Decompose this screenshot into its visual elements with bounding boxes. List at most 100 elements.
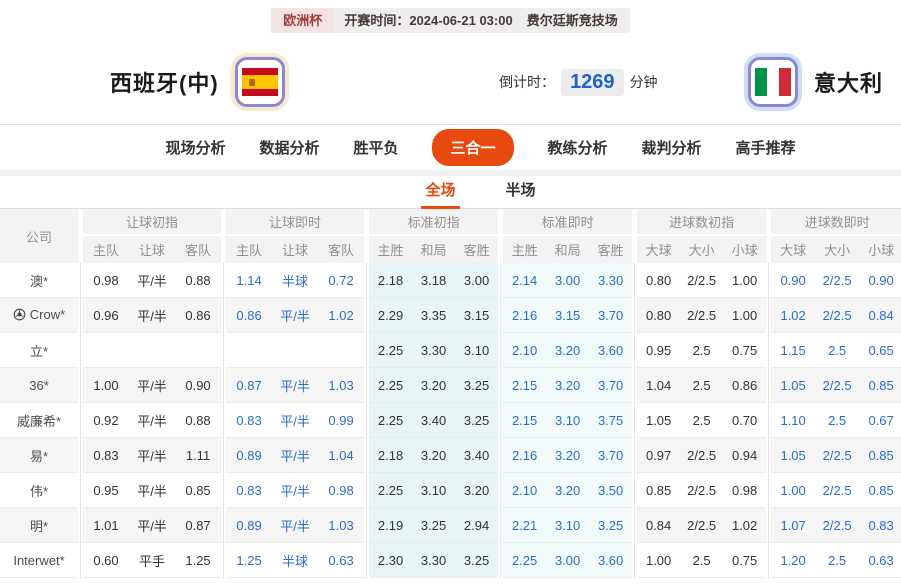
- kickoff-time: 开赛时间：2024-06-21 03:00: [334, 8, 522, 33]
- odds-cell: [83, 333, 129, 368]
- odds-cell: 2.5: [680, 368, 723, 403]
- odds-cell: 3.75: [589, 403, 632, 438]
- col-header: 和局: [412, 236, 455, 263]
- col-header: 大小: [680, 236, 723, 263]
- odds-cell: 3.20: [455, 473, 498, 508]
- nav-expert-picks[interactable]: 高手推荐: [736, 137, 796, 158]
- home-team-name: 西班牙(中): [110, 66, 219, 98]
- col-header: 主胜: [503, 236, 546, 263]
- odds-cell: 0.88: [175, 263, 221, 298]
- odds-cell: 2/2.5: [815, 473, 859, 508]
- group-handicap-initial: 让球初指: [83, 209, 221, 236]
- odds-cell: 2/2.5: [815, 508, 859, 543]
- odds-cell: 2.5: [815, 543, 859, 578]
- odds-cell: 0.84: [637, 508, 680, 543]
- company-name: 易*: [30, 449, 48, 464]
- odds-cell: 平/半: [129, 473, 175, 508]
- odds-cell: 2/2.5: [815, 438, 859, 473]
- tab-full-time[interactable]: 全场: [421, 179, 459, 209]
- table-row: 立* 2.25 3.30 3.10 2.10 3.20 3.60 0.95 2.…: [0, 333, 901, 368]
- odds-cell: 2/2.5: [680, 473, 723, 508]
- odds-cell: 1.02: [723, 508, 766, 543]
- odds-cell: 0.99: [318, 403, 364, 438]
- tab-half-time[interactable]: 半场: [502, 179, 540, 208]
- col-header: 客胜: [589, 236, 632, 263]
- spain-flag-icon: [235, 57, 285, 107]
- group-standard-initial: 标准初指: [369, 209, 498, 236]
- nav-live-analysis[interactable]: 现场分析: [165, 137, 225, 158]
- nav-three-in-one[interactable]: 三合一: [432, 129, 513, 166]
- odds-cell: 0.96: [83, 298, 129, 333]
- odds-cell: 0.86: [175, 298, 221, 333]
- odds-cell: 2.30: [369, 543, 412, 578]
- odds-cell: 0.83: [226, 403, 272, 438]
- col-header: 和局: [546, 236, 589, 263]
- odds-cell: 平手: [129, 543, 175, 578]
- company-name: 立*: [30, 344, 48, 359]
- company-name: 伟*: [30, 484, 48, 499]
- odds-cell: 0.65: [859, 333, 901, 368]
- odds-cell: 0.90: [175, 368, 221, 403]
- odds-cell: 1.25: [226, 543, 272, 578]
- odds-cell: 1.00: [723, 298, 766, 333]
- company-name: 36*: [29, 378, 49, 393]
- odds-cell: 3.10: [412, 473, 455, 508]
- kickoff-value: 2024-06-21 03:00: [409, 13, 512, 28]
- odds-cell: 平/半: [129, 403, 175, 438]
- italy-flag-icon: [748, 57, 798, 107]
- odds-table-header: 公司 让球初指 让球即时 标准初指 标准即时 进球数初指 进球数即时 主队 让球…: [0, 209, 901, 263]
- odds-cell: 3.00: [455, 263, 498, 298]
- odds-cell: 2.5: [815, 333, 859, 368]
- group-handicap-live: 让球即时: [226, 209, 364, 236]
- col-header: 让球: [129, 236, 175, 263]
- countdown-unit: 分钟: [630, 72, 658, 92]
- home-team: 西班牙(中): [110, 57, 285, 107]
- col-header: 主胜: [369, 236, 412, 263]
- match-odds-page: 欧洲杯 开赛时间：2024-06-21 03:00 费尔廷斯竞技场 西班牙(中)…: [0, 0, 901, 586]
- table-row: Crow* 0.96 平/半 0.86 0.86 平/半 1.02 2.29 3…: [0, 298, 901, 333]
- odds-cell: 3.00: [546, 543, 589, 578]
- odds-cell: 3.10: [546, 508, 589, 543]
- odds-cell: 2.25: [369, 368, 412, 403]
- table-row: 澳* 0.98 平/半 0.88 1.14 半球 0.72 2.18 3.18 …: [0, 263, 901, 298]
- nav-data-analysis[interactable]: 数据分析: [259, 137, 319, 158]
- table-row: Interwet* 0.60 平手 1.25 1.25 半球 0.63 2.30…: [0, 543, 901, 578]
- table-row: 威廉希* 0.92 平/半 0.88 0.83 平/半 0.99 2.25 3.…: [0, 403, 901, 438]
- odds-cell: 0.70: [723, 403, 766, 438]
- odds-cell: 2/2.5: [815, 263, 859, 298]
- odds-cell: 3.70: [589, 298, 632, 333]
- odds-cell: 1.11: [175, 438, 221, 473]
- odds-cell: 0.98: [318, 473, 364, 508]
- odds-cell: 2.29: [369, 298, 412, 333]
- odds-cell: 3.60: [589, 543, 632, 578]
- scope-tabs: 全场 半场: [0, 176, 901, 209]
- odds-cell: 3.20: [546, 333, 589, 368]
- odds-cell: 2/2.5: [680, 438, 723, 473]
- odds-cell: 1.20: [771, 543, 815, 578]
- kickoff-label: 开赛时间：: [344, 13, 409, 28]
- odds-cell: 2.21: [503, 508, 546, 543]
- away-team-name: 意大利: [814, 66, 883, 98]
- odds-cell: 3.20: [412, 368, 455, 403]
- company-header: 公司: [0, 209, 78, 263]
- odds-cell: 1.05: [771, 438, 815, 473]
- nav-win-draw-loss[interactable]: 胜平负: [353, 137, 398, 158]
- odds-cell: 3.50: [589, 473, 632, 508]
- col-header: 大小: [815, 236, 859, 263]
- col-header: 客队: [175, 236, 221, 263]
- table-row: 明* 1.01 平/半 0.87 0.89 平/半 1.03 2.19 3.25…: [0, 508, 901, 543]
- odds-cell: 2/2.5: [680, 298, 723, 333]
- odds-cell: 0.80: [637, 263, 680, 298]
- nav-referee-analysis[interactable]: 裁判分析: [642, 137, 702, 158]
- odds-cell: 0.92: [83, 403, 129, 438]
- nav-coach-analysis[interactable]: 教练分析: [548, 137, 608, 158]
- odds-cell: 2/2.5: [815, 298, 859, 333]
- odds-cell: 3.25: [455, 368, 498, 403]
- odds-cell: 0.90: [859, 263, 901, 298]
- odds-cell: 3.25: [455, 543, 498, 578]
- odds-cell: 0.75: [723, 543, 766, 578]
- analysis-nav: 现场分析 数据分析 胜平负 三合一 教练分析 裁判分析 高手推荐: [0, 124, 901, 170]
- group-goals-initial: 进球数初指: [637, 209, 766, 236]
- odds-cell: 1.05: [771, 368, 815, 403]
- odds-cell: 3.30: [412, 543, 455, 578]
